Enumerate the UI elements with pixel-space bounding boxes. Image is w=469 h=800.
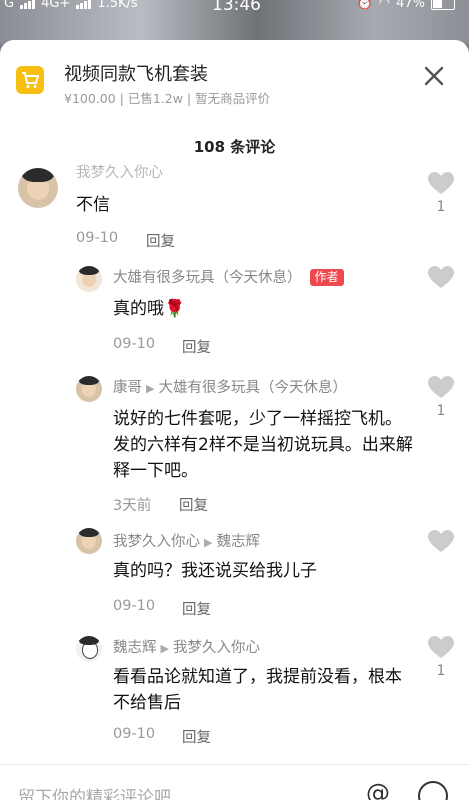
comment-text: 不信 <box>76 195 110 215</box>
list-item: 大雄有很多玩具（今天休息） 作者 真的哦🌹 09-10 回复 <box>0 260 469 370</box>
heart-icon <box>428 530 454 552</box>
battery-percent: 47% <box>396 0 425 11</box>
like-count: 1 <box>436 403 446 419</box>
emoji-icon[interactable] <box>418 781 448 800</box>
reply-button[interactable]: 回复 <box>182 336 211 357</box>
comment-date: 09-10 <box>76 230 119 246</box>
heart-icon <box>428 266 454 288</box>
comment-list[interactable]: 我梦久入你心 不信 09-10 回复 1 大雄有很多玩具（今天休息） 作者 真的哦… <box>0 164 469 754</box>
status-bar: G 4G+ 1.5K/s 13:46 ⏰ ◠ 47% <box>0 0 469 44</box>
comment-text: 真的哦🌹 <box>113 299 186 319</box>
list-item: 我梦久入你心 不信 09-10 回复 1 <box>0 164 469 254</box>
heart-icon <box>428 636 454 658</box>
author-badge: 作者 <box>309 269 344 286</box>
wifi-icon: ◠ <box>378 0 391 11</box>
list-item: 我梦久入你心 ▶ 魏志辉 真的吗？我还说买给我儿子 09-10 回复 <box>0 526 469 630</box>
avatar[interactable] <box>76 266 102 292</box>
close-icon[interactable] <box>422 64 446 88</box>
reply-button[interactable]: 回复 <box>179 494 208 515</box>
comment-author[interactable]: 康哥 ▶ 大雄有很多玩具（今天休息） <box>113 376 347 397</box>
reply-button[interactable]: 回复 <box>146 230 175 251</box>
reply-arrow-icon: ▶ <box>160 642 169 655</box>
comment-date: 3天前 <box>113 498 152 514</box>
like-button[interactable] <box>425 530 457 553</box>
product-title: 视频同款飞机套装 <box>64 64 208 85</box>
battery-icon <box>431 0 455 10</box>
comment-text: 看看品论就知道了，我提前没看，根本不给售后 <box>113 667 402 713</box>
comment-date: 09-10 <box>113 336 156 352</box>
cart-icon <box>16 66 44 94</box>
network-label: 4G+ <box>41 0 71 11</box>
clock: 13:46 <box>212 0 261 15</box>
product-header[interactable]: 视频同款飞机套装 ¥100.00 | 已售1.2w | 暂无商品评价 <box>16 56 456 116</box>
comment-date: 09-10 <box>113 726 156 742</box>
heart-icon <box>428 376 454 398</box>
reply-arrow-icon: ▶ <box>204 536 213 549</box>
like-button[interactable]: 1 <box>425 172 457 215</box>
comment-text: 真的吗？我还说买给我儿子 <box>113 561 317 581</box>
list-item: 魏志辉 ▶ 我梦久入你心 看看品论就知道了，我提前没看，根本不给售后 09-10 回… <box>0 630 469 754</box>
comment-author[interactable]: 魏志辉 ▶ 我梦久入你心 <box>113 636 260 657</box>
list-item: 康哥 ▶ 大雄有很多玩具（今天休息） 说好的七件套呢，少了一样摇控飞机。发的六样有2… <box>0 370 469 520</box>
carrier-label: G <box>4 0 15 11</box>
like-button[interactable]: 1 <box>425 636 457 679</box>
like-button[interactable] <box>425 266 457 289</box>
product-meta: ¥100.00 | 已售1.2w | 暂无商品评价 <box>64 91 271 106</box>
like-button[interactable]: 1 <box>425 376 457 419</box>
comment-text: 说好的七件套呢，少了一样摇控飞机。发的六样有2样不是当初说玩具。出来解释一下吧。 <box>113 409 413 481</box>
alarm-icon: ⏰ <box>356 0 373 11</box>
reply-button[interactable]: 回复 <box>182 598 211 619</box>
avatar[interactable] <box>76 636 102 662</box>
avatar[interactable] <box>76 528 102 554</box>
comment-author[interactable]: 我梦久入你心 <box>76 164 163 182</box>
at-icon[interactable]: @ <box>366 779 390 800</box>
comment-author[interactable]: 我梦久入你心 ▶ 魏志辉 <box>113 530 260 551</box>
like-count: 1 <box>436 663 446 679</box>
comment-date: 09-10 <box>113 598 156 614</box>
heart-icon <box>428 172 454 194</box>
signal-icon-2 <box>76 0 92 9</box>
like-count: 1 <box>436 199 446 215</box>
reply-arrow-icon: ▶ <box>146 382 155 395</box>
comment-author[interactable]: 大雄有很多玩具（今天休息） 作者 <box>113 266 344 287</box>
comment-input-bar[interactable]: 留下你的精彩评论吧 @ <box>0 764 469 800</box>
avatar[interactable] <box>76 376 102 402</box>
comment-panel: 视频同款飞机套装 ¥100.00 | 已售1.2w | 暂无商品评价 108 条… <box>0 40 469 800</box>
avatar[interactable] <box>18 168 58 208</box>
comment-input[interactable]: 留下你的精彩评论吧 <box>18 783 171 800</box>
reply-button[interactable]: 回复 <box>182 726 211 747</box>
signal-icon <box>20 0 36 9</box>
comment-count: 108 条评论 <box>193 138 276 156</box>
network-speed: 1.5K/s <box>97 0 138 11</box>
